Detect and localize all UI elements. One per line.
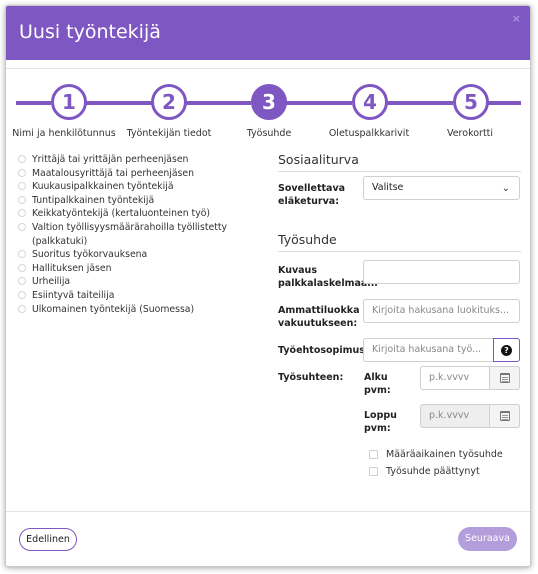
employee-type-option[interactable]: Urheilija [18, 275, 268, 289]
start-date-placeholder: p.k.vvvv [429, 372, 470, 383]
step-3-label: Työsuhde [246, 128, 292, 139]
radio-button[interactable] [18, 222, 26, 231]
payroll-description-label: Kuvaus palkkalaskelmaan: [278, 265, 378, 289]
end-date-label: Loppu pvm: [364, 410, 397, 434]
radio-button[interactable] [18, 195, 26, 204]
end-date-calendar-button[interactable] [489, 404, 520, 428]
radio-button[interactable] [18, 277, 26, 286]
employment-ended-label: Työsuhde päättynyt [386, 466, 480, 477]
employment-ended-checkbox[interactable] [369, 467, 378, 476]
employee-type-option[interactable]: Kuukausipalkkainen työntekijä [18, 180, 268, 194]
step-5-label: Verokortti [446, 128, 494, 139]
radio-button[interactable] [18, 155, 26, 163]
dialog-header: Uusi työntekijä × [6, 6, 530, 60]
step-connector [186, 101, 251, 105]
agreement-placeholder: Kirjoita hakusana työ... [372, 344, 482, 355]
step-3-circle[interactable]: 3 [251, 84, 287, 120]
step-4-circle[interactable]: 4 [352, 84, 388, 120]
step-connector [487, 101, 521, 105]
employee-type-option[interactable]: Yrittäjä tai yrittäjän perheenjäsen [18, 153, 268, 167]
next-button[interactable]: Seuraava [458, 527, 517, 551]
dialog-title: Uusi työntekijä [19, 21, 161, 43]
radio-button[interactable] [18, 168, 26, 177]
social-security-heading: Sosiaaliturva [278, 152, 359, 167]
close-icon[interactable]: × [512, 12, 521, 25]
occupation-label: Ammattiluokka vakuutukseen: [278, 305, 360, 329]
end-date-placeholder: p.k.vvvv [429, 410, 470, 421]
employee-type-option[interactable]: Tuntipalkkainen työntekijä [18, 194, 268, 208]
radio-button[interactable] [18, 250, 26, 259]
help-icon: ? [501, 345, 512, 356]
pension-select-value: Valitse [372, 182, 404, 193]
pension-label: Sovellettava eläketurva: [278, 183, 346, 207]
step-connector [386, 101, 453, 105]
radio-button[interactable] [18, 304, 26, 313]
employment-heading: Työsuhde [278, 232, 337, 247]
chevron-down-icon: ⌄ [501, 183, 510, 194]
start-date-label: Alku pvm: [364, 372, 391, 396]
section-divider [278, 171, 521, 172]
calendar-icon [500, 373, 510, 383]
agreement-label: Työehtosopimus: [278, 345, 369, 356]
agreement-input[interactable]: Kirjoita hakusana työ... ? [363, 338, 520, 362]
previous-button[interactable]: Edellinen [19, 528, 77, 551]
end-date-input[interactable]: p.k.vvvv [420, 404, 520, 428]
step-2-circle[interactable]: 2 [151, 84, 187, 120]
start-date-calendar-button[interactable] [489, 366, 520, 390]
step-1-circle[interactable]: 1 [51, 84, 87, 120]
footer-divider [6, 511, 530, 512]
payroll-description-input[interactable] [363, 260, 520, 284]
employee-type-option[interactable]: Valtion työllisyysmäärärahoilla työllist… [18, 221, 268, 248]
radio-button[interactable] [18, 209, 26, 218]
step-4-label: Oletuspalkkarivit [328, 128, 410, 139]
step-connector [16, 101, 51, 105]
employee-type-option[interactable]: Keikkatyöntekijä (kertaluonteinen työ) [18, 207, 268, 221]
occupation-input[interactable]: Kirjoita hakusana luokituks... [363, 299, 520, 323]
step-connector [85, 101, 152, 105]
employment-period-label: Työsuhteen: [278, 372, 344, 383]
employee-type-option[interactable]: Maatalousyrittäjä tai perheenjäsen [18, 167, 268, 181]
step-2-label: Työntekijän tiedot [126, 128, 212, 139]
employee-type-option[interactable]: Ulkomainen työntekijä (Suomessa) [18, 303, 268, 317]
calendar-icon [500, 411, 510, 421]
header-divider [6, 68, 530, 69]
new-employee-dialog: Uusi työntekijä × 1 2 3 4 5 Nimi ja henk… [5, 5, 531, 567]
radio-button[interactable] [18, 182, 26, 191]
section-divider [278, 251, 521, 252]
step-1-label: Nimi ja henkilötunnus [12, 128, 116, 139]
employee-type-option[interactable]: Hallituksen jäsen [18, 262, 268, 276]
fixed-term-checkbox[interactable] [369, 450, 378, 459]
step-5-circle[interactable]: 5 [453, 84, 489, 120]
employee-type-option[interactable]: Suoritus työkorvauksena [18, 248, 268, 262]
radio-button[interactable] [18, 263, 26, 272]
employee-type-option[interactable]: Esiintyvä taiteilija [18, 289, 268, 303]
employee-type-list: Yrittäjä tai yrittäjän perheenjäsen Maat… [18, 153, 268, 316]
fixed-term-label: Määräaikainen työsuhde [386, 449, 503, 460]
start-date-input[interactable]: p.k.vvvv [420, 366, 520, 390]
radio-button[interactable] [18, 290, 26, 299]
step-connector [285, 101, 352, 105]
pension-select[interactable]: Valitse ⌄ [363, 176, 520, 200]
help-button[interactable]: ? [493, 338, 520, 362]
wizard-stepper: 1 2 3 4 5 Nimi ja henkilötunnus Työnteki… [6, 84, 530, 144]
